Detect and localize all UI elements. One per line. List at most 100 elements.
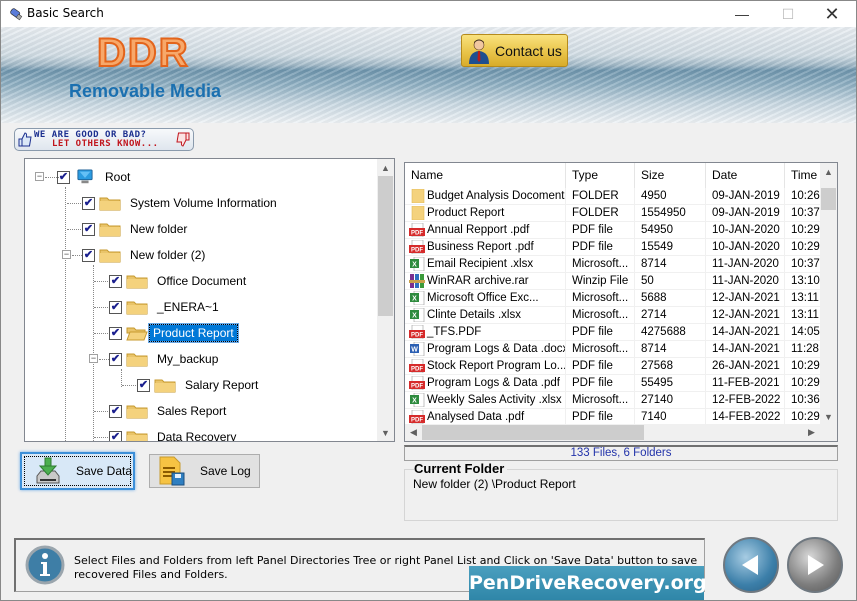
column-header-time[interactable]: Time — [785, 163, 822, 188]
scroll-right-arrow[interactable]: ▶ — [803, 424, 820, 441]
excel-file-icon: X — [410, 308, 425, 322]
file-name-cell: PDF Stock Report Program Lo... — [405, 358, 566, 374]
svg-text:X: X — [412, 296, 417, 303]
file-row[interactable]: W Program Logs & Data .docx Microsoft... 87… — [405, 341, 822, 358]
save-data-button[interactable]: Save Data — [20, 452, 135, 490]
pdf-file-icon: PDF — [409, 376, 425, 390]
file-type-cell: PDF file — [566, 409, 635, 425]
list-horizontal-scrollbar[interactable]: ◀ ▶ — [405, 424, 837, 441]
tree-node[interactable]: − ✔ New folder (2) — [62, 244, 208, 266]
next-button[interactable] — [787, 537, 843, 593]
minimize-button[interactable]: — — [719, 1, 765, 27]
tree-node-label: My_backup — [157, 352, 219, 366]
svg-text:PDF: PDF — [411, 333, 423, 339]
file-type-cell: PDF file — [566, 358, 635, 374]
checkbox[interactable]: ✔ — [137, 378, 150, 392]
checkbox[interactable]: ✔ — [82, 222, 95, 236]
tree-node[interactable]: ✔ Sales Report — [94, 400, 229, 422]
file-row[interactable]: PDF _TFS.PDF PDF file 4275688 14-JAN-2021 14:… — [405, 324, 822, 341]
file-time-cell: 10:29 — [785, 239, 822, 255]
collapse-toggle[interactable]: − — [35, 172, 44, 181]
scroll-down-arrow[interactable]: ▼ — [377, 424, 394, 441]
file-row[interactable]: X Email Recipient .xlsx Microsoft... 8714 11… — [405, 256, 822, 273]
file-type-cell: PDF file — [566, 222, 635, 238]
checkbox[interactable]: ✔ — [109, 326, 122, 340]
checkbox[interactable]: ✔ — [109, 274, 122, 288]
feedback-line-2: LET OTHERS KNOW... — [52, 139, 159, 149]
tree-node-selected[interactable]: ✔ Product Report — [94, 322, 238, 344]
list-header: Name Type Size Date Time — [405, 163, 822, 188]
file-name-cell: PDF Annual Repport .pdf — [405, 222, 566, 238]
file-size-cell: 4950 — [635, 188, 706, 204]
file-list[interactable]: Name Type Size Date Time Budget Analysis… — [404, 162, 838, 442]
maximize-button[interactable]: ☐ — [765, 1, 811, 27]
file-row[interactable]: WinRAR archive.rar Winzip File 50 11-JAN-20… — [405, 273, 822, 290]
file-type-cell: Winzip File — [566, 273, 635, 289]
pdf-file-icon: PDF — [409, 223, 425, 237]
file-time-cell: 13:10 — [785, 273, 822, 289]
tree-node[interactable]: − ✔ Root — [35, 166, 133, 188]
file-name: Annual Repport .pdf — [427, 223, 530, 236]
column-header-date[interactable]: Date — [706, 163, 785, 188]
scroll-up-arrow[interactable]: ▲ — [820, 163, 837, 180]
file-row[interactable]: X Microsoft Office Exc... Microsoft... 5688… — [405, 290, 822, 307]
tree-node[interactable]: ✔ Office Document — [94, 270, 249, 292]
collapse-toggle[interactable]: − — [62, 250, 71, 259]
tree-node[interactable]: ✔ _ENERA~1 — [94, 296, 222, 318]
file-row[interactable]: X Clinte Details .xlsx Microsoft... 2714 12-… — [405, 307, 822, 324]
file-name-cell: WinRAR archive.rar — [405, 273, 566, 289]
back-button[interactable] — [723, 537, 779, 593]
checkbox[interactable]: ✔ — [109, 300, 122, 314]
column-header-type[interactable]: Type — [566, 163, 635, 188]
file-row[interactable]: PDF Program Logs & Data .pdf PDF file 55495… — [405, 375, 822, 392]
save-log-button[interactable]: Save Log — [149, 454, 260, 488]
checkbox[interactable]: ✔ — [109, 430, 122, 441]
file-row[interactable]: PDF Annual Repport .pdf PDF file 54950 10-JA… — [405, 222, 822, 239]
folder-icon — [99, 197, 121, 211]
folder-icon — [126, 353, 148, 367]
scroll-left-arrow[interactable]: ◀ — [405, 424, 422, 441]
file-date-cell: 26-JAN-2021 — [706, 358, 785, 374]
tree-node[interactable]: ✔ Salary Report — [122, 374, 261, 396]
tree-node-label: New folder — [130, 222, 188, 236]
file-row[interactable]: PDF Business Report .pdf PDF file 15549 10-J… — [405, 239, 822, 256]
file-type-cell: PDF file — [566, 375, 635, 391]
file-size-cell: 4275688 — [635, 324, 706, 340]
column-header-size[interactable]: Size — [635, 163, 706, 188]
file-row[interactable]: Budget Analysis Docoments FOLDER 4950 09-JA… — [405, 188, 822, 205]
scroll-down-arrow[interactable]: ▼ — [820, 408, 837, 425]
checkbox[interactable]: ✔ — [109, 352, 122, 366]
file-date-cell: 12-JAN-2021 — [706, 290, 785, 306]
close-button[interactable]: ✕ — [809, 1, 855, 27]
file-row[interactable]: Product Report FOLDER 1554950 09-JAN-2019 10… — [405, 205, 822, 222]
file-size-cell: 8714 — [635, 341, 706, 357]
scroll-thumb[interactable] — [378, 176, 393, 316]
contact-us-button[interactable]: Contact us — [461, 34, 568, 67]
file-row[interactable]: PDF Stock Report Program Lo... PDF file 275… — [405, 358, 822, 375]
folder-icon — [411, 189, 425, 203]
scroll-thumb[interactable] — [422, 425, 644, 440]
list-vertical-scrollbar[interactable]: ▲ ▼ — [820, 163, 837, 425]
file-row[interactable]: X Weekly Sales Activity .xlsx Microsoft...… — [405, 392, 822, 409]
file-name: WinRAR archive.rar — [427, 274, 529, 287]
checkbox[interactable]: ✔ — [82, 248, 95, 262]
scroll-up-arrow[interactable]: ▲ — [377, 159, 394, 176]
excel-file-icon: X — [410, 257, 425, 271]
file-name: Weekly Sales Activity .xlsx — [427, 393, 562, 406]
column-header-name[interactable]: Name — [405, 163, 566, 188]
tree-node[interactable]: ✔ System Volume Information — [67, 192, 280, 214]
tree-node[interactable]: − ✔ My_backup — [89, 348, 221, 370]
tree-node[interactable]: ✔ Data Recovery — [94, 426, 239, 441]
file-name-cell: Budget Analysis Docoments — [405, 188, 566, 204]
save-data-label: Save Data — [76, 464, 133, 478]
collapse-toggle[interactable]: − — [89, 354, 98, 363]
file-name-cell: X Microsoft Office Exc... — [405, 290, 566, 306]
checkbox[interactable]: ✔ — [82, 196, 95, 210]
tree-vertical-scrollbar[interactable]: ▲ ▼ — [377, 159, 394, 441]
tree-node[interactable]: ✔ New folder — [67, 218, 190, 240]
checkbox[interactable]: ✔ — [109, 404, 122, 418]
directory-tree[interactable]: − ✔ Root ✔ System Volume Information ✔ N… — [24, 158, 395, 442]
file-name: Analysed Data .pdf — [427, 410, 525, 423]
scroll-thumb[interactable] — [821, 188, 836, 210]
feedback-badge[interactable]: WE ARE GOOD OR BAD? LET OTHERS KNOW... — [14, 128, 194, 151]
